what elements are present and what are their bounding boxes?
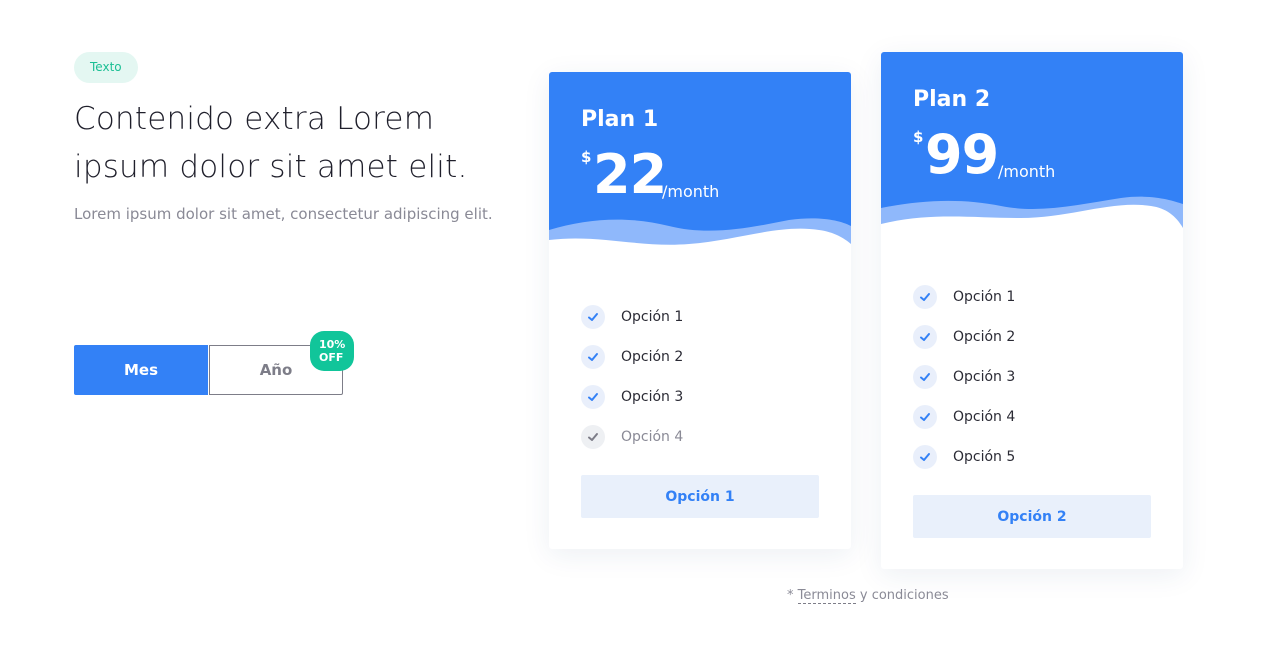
feature-item-disabled: Opción 4 (581, 417, 683, 457)
terms-note: * Terminos y condiciones (787, 588, 949, 604)
feature-label: Opción 5 (953, 449, 1016, 465)
feature-item: Opción 3 (581, 377, 683, 417)
check-icon (913, 325, 937, 349)
pricing-intro: Texto Contenido extra Lorem ipsum dolor … (74, 52, 514, 395)
feature-item: Opción 1 (581, 297, 683, 337)
pricing-card-plan-1: Plan 1 $ 22 /month Opción 1 Opción 2 Opc… (549, 72, 851, 549)
pricing-card-plan-2: Plan 2 $ 99 /month Opción 1 Opción 2 Opc… (881, 52, 1183, 569)
feature-item: Opción 2 (581, 337, 683, 377)
currency-symbol: $ (913, 128, 924, 146)
wave-decoration (881, 196, 1183, 238)
monthly-toggle-button[interactable]: Mes (74, 345, 208, 395)
plan-header: Plan 2 $ 99 /month (881, 52, 1183, 238)
check-icon (581, 345, 605, 369)
feature-item: Opción 3 (913, 357, 1015, 397)
feature-label: Opción 1 (953, 289, 1016, 305)
section-description: Lorem ipsum dolor sit amet, consectetur … (74, 205, 493, 223)
feature-item: Opción 4 (913, 397, 1015, 437)
feature-label: Opción 3 (621, 389, 684, 405)
check-icon (913, 285, 937, 309)
wave-decoration (549, 218, 851, 258)
check-icon (913, 405, 937, 429)
feature-item: Opción 2 (913, 317, 1015, 357)
billing-toggle: Mes Año 10% OFF (74, 331, 355, 395)
feature-list: Opción 1 Opción 2 Opción 3 Opción 4 (581, 297, 683, 457)
feature-label: Opción 4 (621, 429, 684, 445)
plan-name: Plan 1 (581, 107, 659, 132)
plan-header: Plan 1 $ 22 /month (549, 72, 851, 258)
terms-suffix: y condiciones (855, 588, 949, 603)
feature-label: Opción 4 (953, 409, 1016, 425)
select-plan-1-button[interactable]: Opción 1 (581, 475, 819, 518)
terms-prefix: * (787, 588, 798, 603)
currency-symbol: $ (581, 148, 592, 166)
check-icon (581, 305, 605, 329)
check-icon (581, 385, 605, 409)
check-icon (913, 365, 937, 389)
check-icon (913, 445, 937, 469)
check-icon (581, 425, 605, 449)
section-heading: Contenido extra Lorem ipsum dolor sit am… (74, 101, 468, 185)
feature-label: Opción 1 (621, 309, 684, 325)
feature-item: Opción 5 (913, 437, 1015, 477)
feature-list: Opción 1 Opción 2 Opción 3 Opción 4 Opci… (913, 277, 1015, 477)
section-tag: Texto (74, 52, 138, 83)
plan-name: Plan 2 (913, 87, 991, 112)
feature-item: Opción 1 (913, 277, 1015, 317)
feature-label: Opción 3 (953, 369, 1016, 385)
discount-badge: 10% OFF (310, 331, 355, 371)
feature-label: Opción 2 (953, 329, 1016, 345)
terms-link[interactable]: Terminos (797, 588, 856, 604)
feature-label: Opción 2 (621, 349, 684, 365)
select-plan-2-button[interactable]: Opción 2 (913, 495, 1151, 538)
